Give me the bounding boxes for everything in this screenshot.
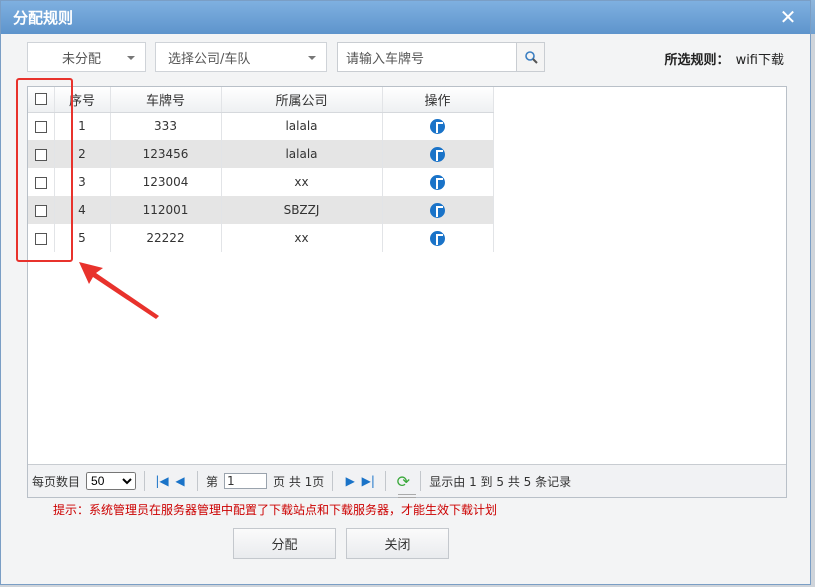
assign-action-icon[interactable] [430,230,445,246]
page-suffix: 页 共 1页 [273,474,325,489]
status-dropdown[interactable]: 未分配 [27,42,146,72]
column-header-action: 操作 [382,87,494,113]
row-company: SBZZJ [221,196,383,224]
assign-action-icon[interactable] [430,146,445,162]
row-company: xx [221,168,383,196]
divider [144,471,146,491]
prev-page-icon[interactable]: ◀ [171,472,189,490]
close-icon[interactable]: ✕ [778,7,798,27]
row-plate: 22222 [110,224,222,252]
search-placeholder: 请输入车牌号 [346,51,425,67]
resize-grip[interactable] [398,494,416,498]
row-company: lalala [221,112,383,140]
page-size-label: 每页数目 [32,474,81,489]
toolbar: 未分配 选择公司/车队 请输入车牌号 所选规则： wifi下载 [27,42,784,72]
selected-rule-value: wifi下载 [735,53,784,68]
assign-action-icon[interactable] [430,118,445,134]
row-plate: 333 [110,112,222,140]
dialog-titlebar: 分配规则 ✕ [1,1,810,34]
table-row: 1 333 lalala [28,112,494,140]
annotation-highlight-box [16,78,73,262]
status-dropdown-value: 未分配 [62,51,102,67]
table-row: 3 123004 xx [28,168,494,196]
column-header-company: 所属公司 [221,87,383,113]
tip-message: 提示：系统管理员在服务器管理中配置了下载站点和下载服务器，才能生效下载计划 [53,503,498,517]
next-page-icon[interactable]: ▶ [341,472,359,490]
row-company: lalala [221,140,383,168]
page-prefix: 第 [206,474,219,489]
chevron-down-icon [308,56,316,60]
close-button[interactable]: 关闭 [346,528,449,559]
refresh-icon[interactable]: ⟳ [394,472,412,491]
record-summary: 显示由 1 到 5 共 5 条记录 [429,474,572,489]
search-icon [524,51,538,64]
row-action-cell [382,196,494,224]
row-action-cell [382,112,494,140]
chevron-down-icon [127,56,135,60]
search-button[interactable] [516,42,545,72]
assign-action-icon[interactable] [430,202,445,218]
page-number-input[interactable]: 1 [224,473,268,489]
company-dropdown-value: 选择公司/车队 [168,51,251,67]
table-row: 4 112001 SBZZJ [28,196,494,224]
first-page-icon[interactable]: |◀ [153,472,171,490]
company-dropdown[interactable]: 选择公司/车队 [155,42,327,72]
assign-rule-dialog: 分配规则 ✕ 未分配 选择公司/车队 请输入车牌号 所选规则： wifi下载 序… [0,0,811,585]
row-action-cell [382,224,494,252]
divider [385,471,387,491]
divider [332,471,334,491]
plate-search-input[interactable]: 请输入车牌号 [337,42,517,72]
divider [197,471,199,491]
assign-action-icon[interactable] [430,174,445,190]
divider [420,471,422,491]
page-size-select[interactable]: 50 [86,472,137,490]
row-action-cell [382,140,494,168]
table-row: 5 22222 xx [28,224,494,252]
row-plate: 123004 [110,168,222,196]
vehicle-table: 序号 车牌号 所属公司 操作 1 333 lalala 2 123456 lal… [28,87,494,252]
column-header-plate: 车牌号 [110,87,222,113]
last-page-icon[interactable]: ▶| [359,472,377,490]
pagination-bar: 每页数目 50 |◀ ◀ 第 1 页 共 1页 ▶ ▶| ⟳ 显示由 1 到 5… [28,464,786,497]
annotation-arrow-icon [79,262,159,319]
dialog-title: 分配规则 [13,9,74,27]
assign-button[interactable]: 分配 [233,528,336,559]
table-row: 2 123456 lalala [28,140,494,168]
table-header-row: 序号 车牌号 所属公司 操作 [28,87,494,113]
row-action-cell [382,168,494,196]
row-plate: 123456 [110,140,222,168]
selected-rule: 所选规则： wifi下载 [665,49,784,68]
row-company: xx [221,224,383,252]
row-plate: 112001 [110,196,222,224]
selected-rule-label: 所选规则： [664,53,730,68]
